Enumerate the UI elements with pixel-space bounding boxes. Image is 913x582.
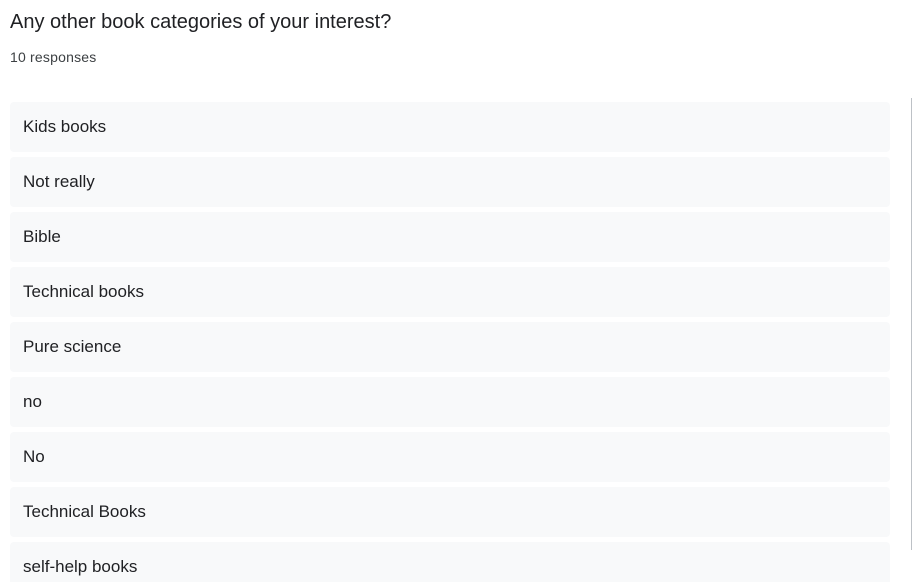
response-item: Bible bbox=[10, 212, 890, 262]
response-item: Technical books bbox=[10, 267, 890, 317]
responses-list[interactable]: Kids books Not really Bible Technical bo… bbox=[10, 102, 890, 582]
response-item: No bbox=[10, 432, 890, 482]
response-item: Kids books bbox=[10, 102, 890, 152]
scrollbar[interactable] bbox=[911, 98, 912, 550]
response-item: Technical Books bbox=[10, 487, 890, 537]
response-item: no bbox=[10, 377, 890, 427]
response-count: 10 responses bbox=[10, 49, 97, 65]
question-title: Any other book categories of your intere… bbox=[10, 11, 392, 33]
response-item: Not really bbox=[10, 157, 890, 207]
response-item: self-help books bbox=[10, 542, 890, 582]
response-item: Pure science bbox=[10, 322, 890, 372]
